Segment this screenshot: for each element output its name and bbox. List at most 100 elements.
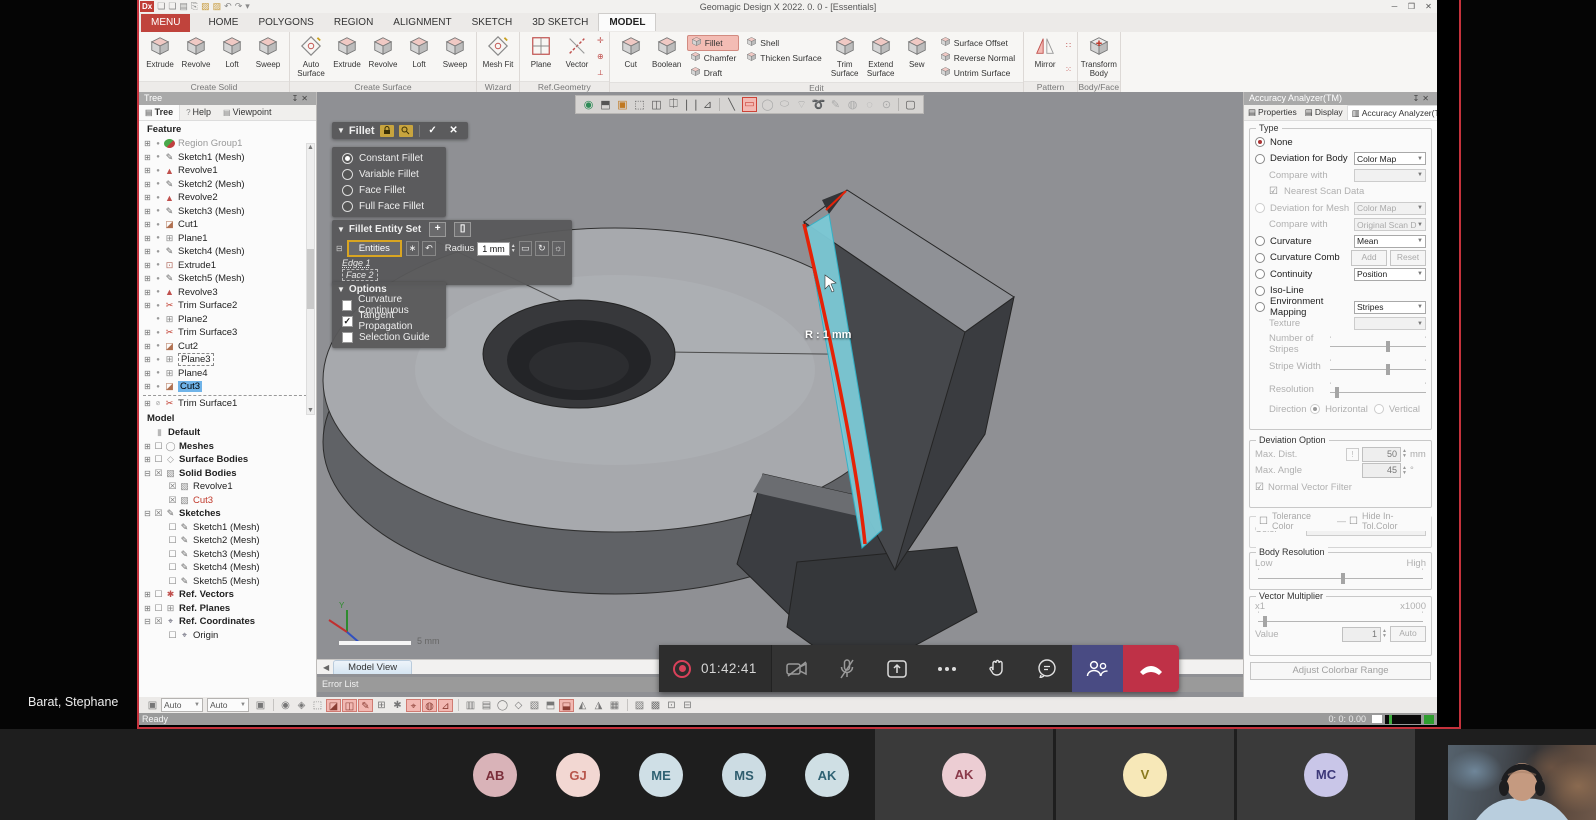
circular-pattern-icon[interactable]: ⁙ [1065, 65, 1072, 74]
box-view-icon[interactable]: ⬒ [597, 98, 614, 111]
measure-visibility-icon[interactable]: ⊿ [438, 699, 453, 712]
option-selection-guide[interactable]: Selection Guide [332, 329, 446, 345]
radio-icon[interactable] [1255, 302, 1265, 312]
coordinate-icon[interactable]: ⟂ [597, 68, 604, 78]
button-thicken-surface[interactable]: Thicken Surface [743, 50, 824, 65]
accent-swatch[interactable] [1424, 715, 1434, 724]
avatar-me-2[interactable]: ME [639, 753, 683, 797]
radio-vertical[interactable] [1374, 404, 1384, 414]
fillet-type-face-fillet[interactable]: Face Fillet [332, 182, 446, 198]
participant-tile-ak[interactable]: AK [875, 729, 1053, 820]
radio-icon[interactable] [1255, 253, 1265, 263]
tree-item-cut3[interactable]: ☒▧Cut3 [139, 494, 316, 508]
expand-icon[interactable]: ⊞ [143, 166, 152, 175]
close-icon[interactable]: ✕ [301, 94, 311, 103]
button-extrude[interactable]: Extrude [142, 33, 178, 81]
dropdown-environment-mapping[interactable]: Stripes▼ [1354, 301, 1426, 314]
radio-icon[interactable] [1255, 269, 1265, 279]
section-tool-icon[interactable]: ◫ [648, 98, 665, 111]
viewport-3d[interactable]: Y ◉⬒▣⬚◫⎅❘❘⊿╲▭◯⬭⌔➰✎◍◌⊙▢ R : 1 mm 5 mm ▼ F… [317, 92, 1243, 697]
avatar-gj-1[interactable]: GJ [556, 753, 600, 797]
region-visibility-icon[interactable]: ◈ [294, 699, 309, 712]
dropdown-compare-with[interactable]: ▼ [1354, 169, 1426, 182]
radio-icon[interactable] [1255, 236, 1265, 246]
fillet-type-full-face-fillet[interactable]: Full Face Fillet [332, 198, 446, 214]
tree-item-ref-vectors[interactable]: ⊞☐✱Ref. Vectors [139, 588, 316, 602]
zoom-fit-icon[interactable]: ▨ [632, 699, 647, 712]
expand-icon[interactable]: ⊟ [143, 469, 152, 478]
button-loft[interactable]: Loft [214, 33, 250, 81]
checkbox-icon[interactable]: ☑ [1255, 482, 1264, 493]
checkbox-icon[interactable]: ☐ [154, 603, 163, 614]
redo-icon[interactable]: ↷ [235, 1, 243, 11]
button-add[interactable]: Add [1351, 250, 1387, 266]
render-swatch[interactable] [1385, 715, 1421, 724]
camera-off-button[interactable] [772, 645, 822, 692]
open-recent-icon[interactable]: ▨ [213, 1, 222, 11]
tree-item-plane2[interactable]: ●⊞Plane2 [139, 313, 316, 327]
button-boolean[interactable]: Boolean [649, 33, 685, 82]
selection-mode-combo[interactable]: Auto▼ [207, 698, 249, 712]
button-sew[interactable]: Sew [899, 33, 935, 82]
expand-icon[interactable]: ⊞ [143, 261, 152, 270]
polyvector-icon[interactable]: ⊕ [597, 52, 604, 61]
visibility-icon[interactable]: ● [154, 181, 162, 187]
tree-item-plane4[interactable]: ⊞●⊞Plane4 [139, 367, 316, 381]
radius-input[interactable]: 1 mm [477, 242, 509, 256]
visibility-icon[interactable]: ● [154, 343, 162, 349]
slider-stripe-width[interactable]: '' [1330, 360, 1426, 374]
checkbox-icon[interactable]: ☐ [154, 441, 163, 452]
button-sweep[interactable]: Sweep [250, 33, 286, 81]
checkbox-icon[interactable]: ☑ [1269, 186, 1278, 197]
webcam-video[interactable] [1448, 745, 1596, 820]
button-loft[interactable]: Loft [401, 33, 437, 81]
ribbon-tab-region[interactable]: REGION [324, 14, 383, 32]
collapse-arrow-icon[interactable]: ▼ [337, 126, 345, 135]
wireframe-mode-icon[interactable]: ▤ [479, 699, 494, 712]
tree-tab-help[interactable]: ?Help [180, 105, 217, 120]
checkbox-icon[interactable]: ☒ [154, 468, 163, 479]
expand-icon[interactable]: ⊞ [143, 220, 152, 229]
tree-item-sketch1-mesh[interactable]: ☐✎Sketch1 (Mesh) [139, 521, 316, 535]
radio-icon[interactable] [1255, 203, 1265, 213]
button-revolve[interactable]: Revolve [178, 33, 214, 81]
pin-icon[interactable]: ↧ [1413, 94, 1423, 103]
checkbox-icon[interactable]: ☐ [168, 562, 177, 573]
transparent-mode-icon[interactable]: ◇ [511, 699, 526, 712]
face-mode-icon[interactable]: ▧ [527, 699, 542, 712]
button-reverse-normal[interactable]: Reverse Normal [937, 50, 1018, 65]
button-reset[interactable]: Reset [1390, 250, 1426, 266]
button-shell[interactable]: Shell [743, 35, 824, 50]
curve-visibility-icon[interactable]: ◍ [422, 699, 437, 712]
button-untrim-surface[interactable]: Untrim Surface [937, 65, 1018, 80]
tree-item-sketch2-mesh[interactable]: ☐✎Sketch2 (Mesh) [139, 534, 316, 548]
dropdown-compare-with[interactable]: Original Scan D▼ [1354, 218, 1426, 231]
expand-icon[interactable]: ⊞ [143, 342, 152, 351]
sketch-visibility-icon[interactable]: ✎ [358, 699, 373, 712]
ribbon-tab-model[interactable]: MODEL [598, 13, 656, 31]
visibility-icon[interactable]: ● [154, 357, 162, 363]
selection-face-2[interactable]: Face 2 [342, 269, 378, 281]
expand-icon[interactable]: ⊞ [143, 382, 152, 391]
hang-up-button[interactable] [1123, 645, 1179, 692]
display-options-icon[interactable]: ▢ [902, 98, 919, 111]
selection-box-icon[interactable]: ▣ [253, 699, 268, 712]
avatar-ms-3[interactable]: MS [722, 753, 766, 797]
cancel-icon[interactable]: ✕ [446, 124, 462, 137]
plane-section-icon[interactable]: ⎅ [665, 98, 682, 111]
tree-item-revolve1[interactable]: ☒▧Revolve1 [139, 480, 316, 494]
expand-icon[interactable]: ⊞ [143, 207, 152, 216]
ribbon-tab-alignment[interactable]: ALIGNMENT [383, 14, 461, 32]
expand-icon[interactable]: ⊞ [143, 442, 152, 451]
tree-item-solid-bodies[interactable]: ⊟☒▧Solid Bodies [139, 467, 316, 481]
expand-icon[interactable]: ⊞ [143, 274, 152, 283]
coordinate-visibility-icon[interactable]: ⌖ [406, 699, 421, 712]
circle-select-icon[interactable]: ◯ [759, 98, 776, 111]
button-mesh-fit[interactable]: Mesh Fit [480, 33, 516, 81]
button-cut[interactable]: Cut [613, 33, 649, 82]
ribbon-tab-polygons[interactable]: POLYGONS [248, 14, 323, 32]
radio-icon[interactable] [1255, 137, 1265, 147]
expand-icon[interactable]: ⊞ [143, 604, 152, 613]
tree-item-sketch3-mesh[interactable]: ⊞●✎Sketch3 (Mesh) [139, 205, 316, 219]
button-plane[interactable]: Plane [523, 33, 559, 81]
